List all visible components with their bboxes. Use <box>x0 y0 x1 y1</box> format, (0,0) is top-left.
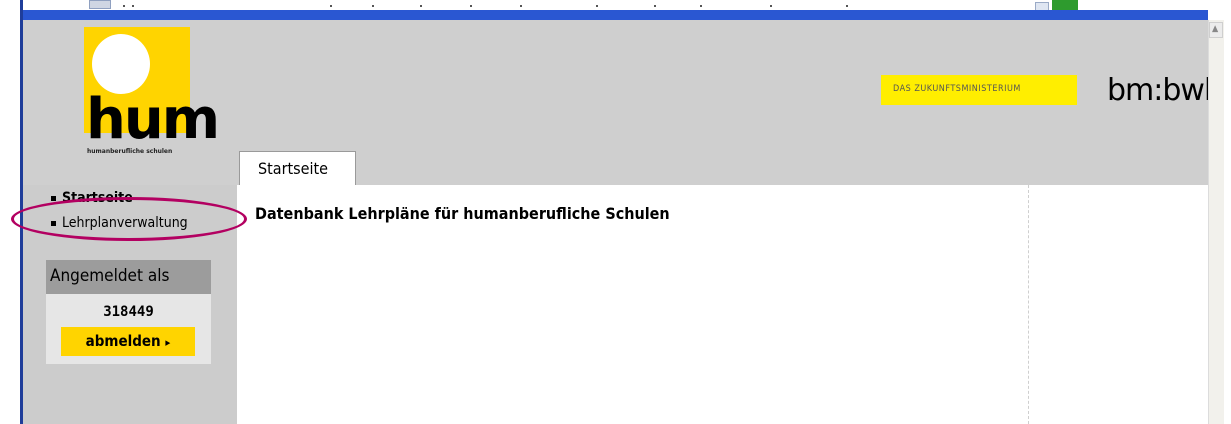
vertical-scrollbar[interactable] <box>1208 20 1225 424</box>
logo-subtitle: humanberufliche schulen <box>87 148 173 155</box>
login-panel: Angemeldet als 318449 abmelden ▸ <box>46 260 211 364</box>
toolbar-dot <box>470 5 472 7</box>
page: hum humanberufliche schulen DAS ZUKUNFTS… <box>11 20 1221 424</box>
brand-logo: bm:bwk <box>1107 73 1221 108</box>
page-title: Datenbank Lehrpläne für humanberufliche … <box>255 204 670 223</box>
square-bullet-icon <box>51 195 56 201</box>
ministry-text: DAS ZUKUNFTSMINISTERIUM <box>893 84 1021 94</box>
logout-button[interactable]: abmelden ▸ <box>61 327 195 356</box>
logout-label[interactable]: abmelden <box>86 332 161 350</box>
toolbar-dot <box>372 5 374 7</box>
toolbar-dot <box>654 5 656 7</box>
logo-text: hum <box>86 87 220 152</box>
logo-circle-icon <box>92 34 150 94</box>
scroll-up-arrow-icon[interactable]: ▲ <box>1209 22 1223 38</box>
window-frame-top <box>23 10 1208 20</box>
toolbar-icon[interactable] <box>89 0 111 9</box>
tab-label[interactable]: Startseite <box>258 159 328 178</box>
login-heading: Angemeldet als <box>50 266 170 286</box>
toolbar-dot <box>770 5 772 7</box>
toolbar-dot <box>846 5 848 7</box>
toolbar-dot <box>520 5 522 7</box>
toolbar-dot <box>596 5 598 7</box>
highlight-annotation <box>11 197 247 241</box>
user-id: 318449 <box>103 304 154 320</box>
login-panel-header: Angemeldet als <box>46 260 211 294</box>
toolbar-dot <box>420 5 422 7</box>
window-frame-right <box>1224 0 1231 424</box>
toolbar-dot <box>132 5 134 7</box>
toolbar-dot <box>700 5 702 7</box>
toolbar-dot <box>123 5 125 7</box>
content-divider <box>1028 185 1029 424</box>
toolbar-dot <box>330 5 332 7</box>
chevron-right-icon: ▸ <box>165 336 171 349</box>
